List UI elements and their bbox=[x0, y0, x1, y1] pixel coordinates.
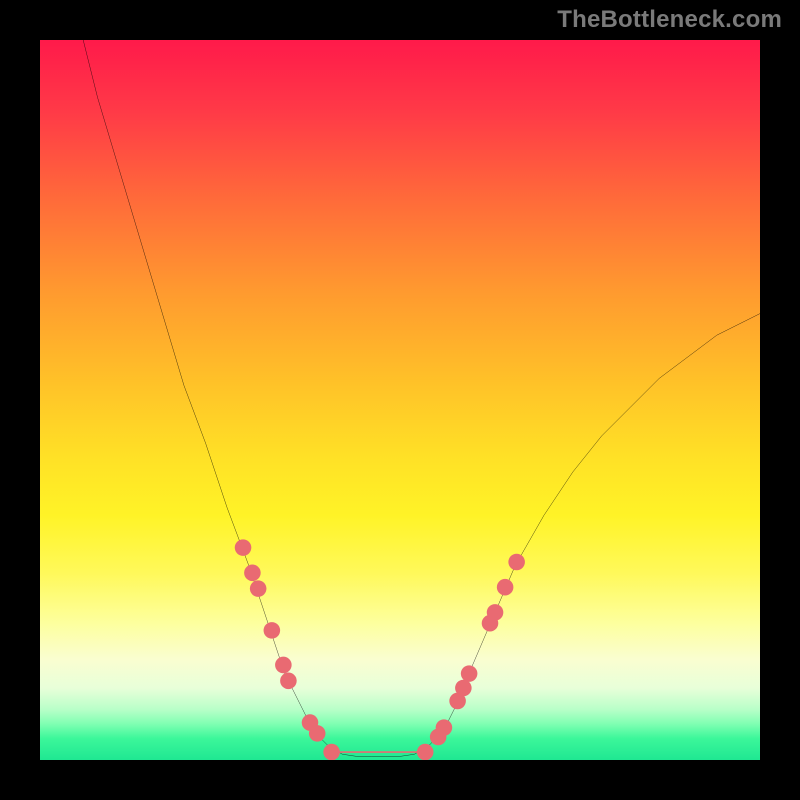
markers-left-group bbox=[235, 539, 326, 741]
data-marker bbox=[487, 604, 504, 621]
data-marker bbox=[275, 657, 292, 674]
data-marker bbox=[323, 744, 340, 760]
data-marker bbox=[455, 680, 472, 697]
chart-frame: TheBottleneck.com bbox=[0, 0, 800, 800]
data-marker bbox=[497, 579, 514, 596]
chart-svg bbox=[40, 40, 760, 760]
data-marker bbox=[264, 622, 281, 639]
data-marker bbox=[250, 580, 267, 597]
data-marker bbox=[436, 719, 453, 736]
markers-right-group bbox=[430, 554, 525, 746]
data-marker bbox=[309, 725, 326, 742]
plot-area bbox=[40, 40, 760, 760]
data-marker bbox=[235, 539, 252, 556]
data-marker bbox=[280, 673, 297, 690]
data-marker bbox=[508, 554, 525, 571]
watermark-label: TheBottleneck.com bbox=[557, 6, 782, 34]
data-marker bbox=[244, 565, 261, 582]
bottleneck-curve bbox=[83, 40, 760, 756]
data-marker bbox=[417, 744, 434, 760]
data-marker bbox=[461, 665, 478, 682]
